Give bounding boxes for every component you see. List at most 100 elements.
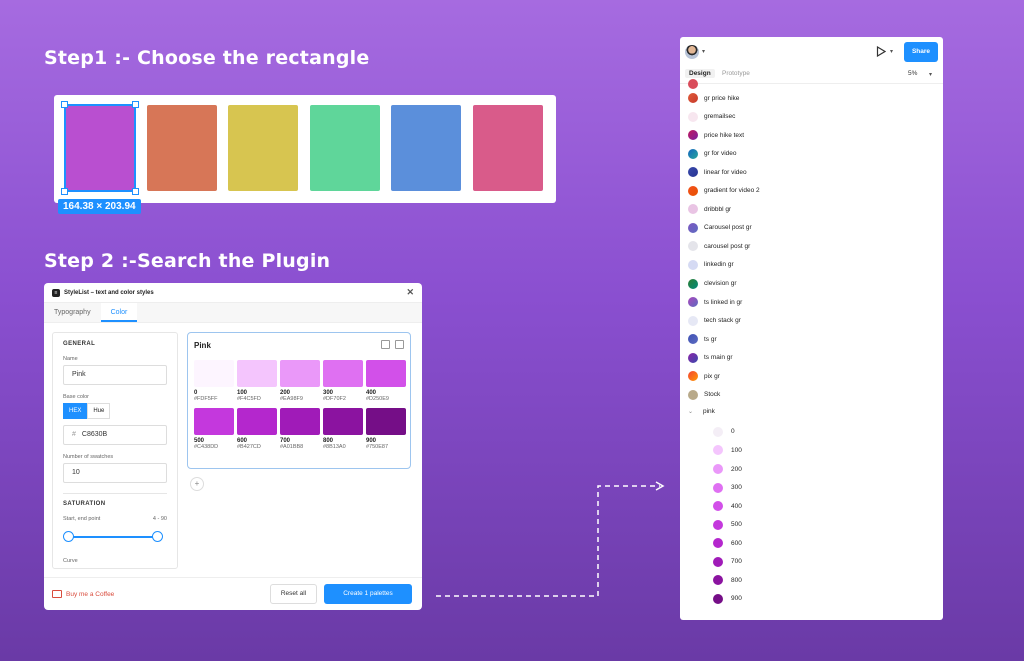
selection-box[interactable] [64,104,136,192]
hex-button[interactable]: HEX [63,403,88,419]
style-swatch [688,130,698,141]
hue-button[interactable]: Hue [87,403,111,419]
rectangle-6[interactable] [473,105,543,191]
style-item[interactable]: price hike text [688,130,744,141]
style-item[interactable]: 700 [713,556,742,567]
card-actions [381,340,404,349]
saturation-slider[interactable] [63,530,167,544]
style-label: ts main gr [704,354,733,362]
trash-icon[interactable] [395,340,404,349]
chevron-down-icon[interactable]: ▾ [702,48,705,55]
swatch[interactable]: 0 #FDF5FF [194,360,234,402]
style-item[interactable]: gr price hike [688,93,739,103]
add-palette-button[interactable]: + [190,477,204,491]
style-label: ts linked in gr [704,298,743,306]
style-item[interactable]: linear for video [688,167,747,178]
share-button[interactable]: Share [904,42,938,62]
swatch[interactable]: 600 #B427CD [237,408,277,450]
style-swatch [688,167,698,178]
style-item[interactable]: 600 [713,538,742,549]
swatch-hex: #C438DD [194,444,219,450]
chevron-down-icon[interactable]: ⌄ [688,408,696,415]
style-item[interactable]: 800 [713,575,742,586]
range-value: 4 - 90 [152,516,167,522]
swatches-input[interactable]: 10 [63,463,167,483]
style-swatch [688,93,698,103]
slider-end-handle[interactable] [152,531,163,542]
style-item[interactable]: 300 [713,482,742,493]
tab-design[interactable]: Design [685,69,715,78]
style-item[interactable]: Stock [688,389,720,400]
close-icon[interactable]: ✕ [406,287,414,298]
style-swatch [713,482,723,493]
style-item[interactable]: dribbbl gr [688,204,732,215]
style-label: tech stack gr [704,317,741,325]
swatch[interactable]: 700 #A01BB8 [280,408,320,450]
style-item[interactable]: gr for video [688,148,737,159]
style-item[interactable]: linkedin gr [688,259,734,270]
style-item[interactable]: 900 [713,593,742,604]
style-swatch [688,148,698,159]
copy-icon[interactable] [381,340,390,349]
style-item[interactable]: clevision gr [688,278,737,289]
create-palettes-button[interactable]: Create 1 palettes [324,584,412,604]
resize-handle-tr[interactable] [132,101,139,108]
resize-handle-tl[interactable] [61,101,68,108]
style-item[interactable]: ts main gr [688,352,733,363]
style-item[interactable]: tech stack gr [688,315,741,326]
style-item[interactable]: Carousel post gr [688,222,752,233]
resize-handle-br[interactable] [132,188,139,195]
style-item[interactable]: 500 [713,519,742,530]
style-item[interactable]: 400 [713,501,742,512]
style-item[interactable]: 0 [713,426,735,437]
tab-prototype[interactable]: Prototype [722,70,750,77]
zoom-level[interactable]: 5% [908,70,917,77]
rectangle-3[interactable] [228,105,298,191]
style-label: Carousel post gr [704,224,752,232]
resize-handle-bl[interactable] [61,188,68,195]
style-swatch [688,389,698,400]
avatar[interactable] [685,45,699,59]
rectangle-5[interactable] [391,105,461,191]
style-item[interactable]: pix gr [688,371,720,382]
reset-all-button[interactable]: Reset all [270,584,317,604]
style-item[interactable]: gradient for video 2 [688,185,760,196]
style-label: dribbbl gr [704,205,732,213]
hex-value: C8630B [81,431,108,438]
style-swatch [688,278,698,289]
swatch[interactable]: 100 #F4C5FD [237,360,277,402]
rectangle-2[interactable] [147,105,217,191]
name-input[interactable]: Pink [63,365,167,385]
dimension-badge: 164.38 × 203.94 [58,199,141,214]
slider-start-handle[interactable] [63,531,74,542]
swatch-color [194,408,234,435]
style-swatch [688,259,698,270]
style-item[interactable]: carousel post gr [688,241,750,252]
style-item[interactable]: ts linked in gr [688,297,743,308]
tab-typography[interactable]: Typography [44,303,101,322]
group-label: pink [703,408,715,416]
play-icon[interactable] [876,46,886,57]
hex-input[interactable]: # C8630B [63,425,167,445]
style-swatch [713,464,723,474]
swatch[interactable]: 200 #EA98F9 [280,360,320,402]
style-label: 600 [731,539,742,547]
style-item[interactable]: 200 [713,464,742,474]
buy-coffee-link[interactable]: Buy me a Coffee [52,590,114,598]
rectangle-4[interactable] [310,105,380,191]
style-item[interactable]: ts gr [688,334,717,345]
swatch[interactable]: 400 #D250E9 [366,360,406,402]
style-label: 800 [731,576,742,584]
chevron-down-icon[interactable]: ▾ [929,71,932,78]
swatch-hex: #750E87 [366,444,389,450]
swatch[interactable]: 800 #8B13A0 [323,408,363,450]
swatch[interactable]: 500 #C438DD [194,408,234,450]
style-item[interactable]: gremailsec [688,111,735,122]
chevron-down-icon[interactable]: ▾ [890,48,893,55]
tab-color[interactable]: Color [100,303,138,322]
swatch[interactable]: 300 #DF70F2 [323,360,363,402]
style-group-pink[interactable]: ⌄ pink [688,408,715,415]
swatch[interactable]: 900 #750E87 [366,408,406,450]
style-item[interactable]: 100 [713,445,742,456]
style-label: 0 [731,428,735,436]
